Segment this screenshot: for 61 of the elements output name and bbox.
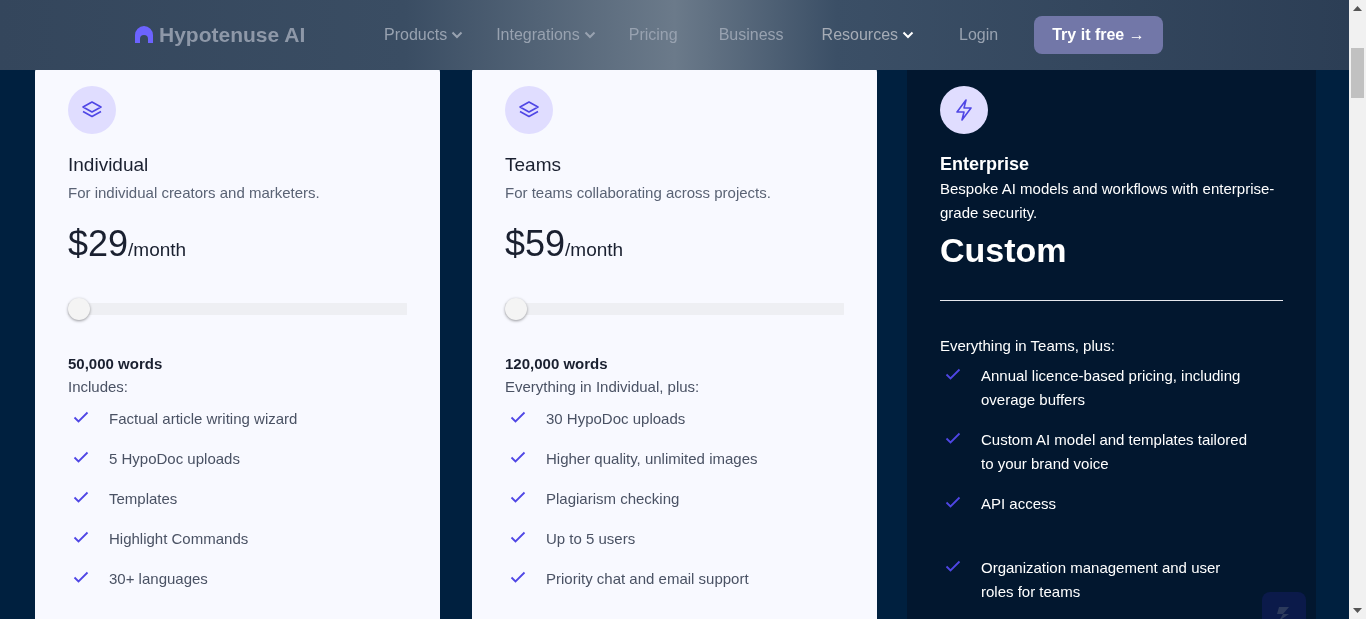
plan-name: Enterprise — [940, 154, 1031, 175]
scrollbar[interactable] — [1349, 0, 1366, 619]
feature-text: Highlight Commands — [109, 529, 249, 549]
feature-text: API access — [981, 494, 1057, 514]
word-count: 50,000 words — [68, 355, 164, 372]
check-icon — [73, 531, 89, 543]
nav-link[interactable]: Resources — [821, 26, 915, 44]
slider-thumb[interactable] — [505, 298, 527, 320]
scroll-down-icon[interactable] — [1353, 608, 1362, 613]
feature-text: Factual article writing wizard — [109, 409, 298, 429]
slider-thumb[interactable] — [68, 298, 90, 320]
feature-text: Organization management and user roles for teams — [981, 558, 1222, 602]
feature-text: Annual licence-based pricing, including overage buffers — [981, 366, 1242, 410]
check-icon — [73, 451, 89, 463]
plan-price: Custom — [940, 231, 1068, 270]
feature-text: Higher quality, unlimited images — [546, 449, 758, 469]
check-icon — [510, 531, 526, 543]
feature-text: Custom AI model and templates tailored to your brand voice — [981, 430, 1248, 474]
check-icon — [945, 560, 961, 572]
check-icon — [73, 571, 89, 583]
feature-text: 30+ languages — [109, 569, 208, 589]
includes-label: Everything in Individual, plus: — [505, 378, 701, 395]
plan-description: For individual creators and marketers. — [68, 183, 321, 203]
check-icon — [510, 411, 526, 423]
feature-text: Priority chat and email support — [546, 569, 749, 589]
scroll-up-icon[interactable] — [1353, 6, 1362, 11]
check-icon — [510, 451, 526, 463]
feature-text: Plagiarism checking — [546, 489, 680, 509]
chevron-down-icon — [583, 31, 596, 39]
check-icon — [945, 368, 961, 380]
check-icon — [73, 491, 89, 503]
check-icon — [945, 432, 961, 444]
scrollbar-thumb[interactable] — [1351, 48, 1364, 98]
feature-text: 30 HypoDoc uploads — [546, 409, 686, 429]
check-icon — [73, 411, 89, 423]
check-icon — [510, 491, 526, 503]
chevron-down-icon — [902, 31, 915, 39]
feature-text: 5 HypoDoc uploads — [109, 449, 240, 469]
includes-label: Includes: — [68, 378, 130, 395]
plan-name: Teams — [505, 154, 562, 176]
chevron-down-icon — [451, 31, 464, 39]
feature-text: Templates — [109, 489, 178, 509]
feature-text: Up to 5 users — [546, 529, 636, 549]
nav-link[interactable]: Products — [384, 26, 464, 44]
plan-price: $59 — [505, 223, 566, 265]
price-period: /month — [128, 239, 187, 261]
plan-description: For teams collaborating across projects. — [505, 183, 772, 203]
logo-text[interactable]: Hypotenuse AI — [159, 23, 306, 47]
plan-description: Bespoke AI models and workflows with enterprise-grade security. — [940, 179, 1276, 223]
plan-name: Individual — [68, 154, 150, 176]
nav-link[interactable]: Integrations — [496, 26, 596, 44]
nav-link[interactable]: Business — [718, 26, 784, 44]
logo-icon — [134, 25, 154, 45]
check-icon — [945, 496, 961, 508]
plan-price: $29 — [68, 223, 129, 265]
price-period: /month — [565, 239, 624, 261]
check-icon — [510, 571, 526, 583]
try-free-button[interactable]: Try it free → — [1034, 16, 1163, 54]
nav-link[interactable]: Login — [959, 26, 999, 44]
includes-label: Everything in Teams, plus: — [940, 337, 1116, 354]
word-count: 120,000 words — [505, 355, 609, 372]
